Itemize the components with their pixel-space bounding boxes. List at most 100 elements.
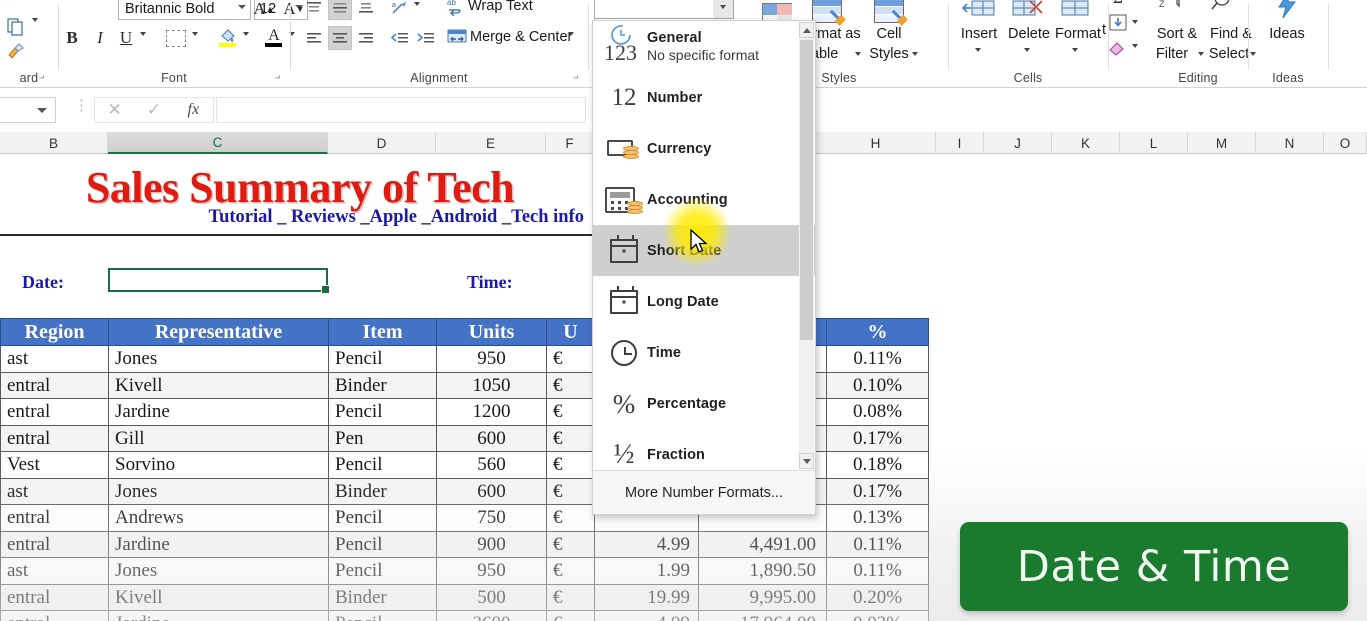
- cell-currency-symbol[interactable]: €: [546, 557, 595, 585]
- cell-currency-symbol[interactable]: €: [546, 398, 595, 426]
- cell-percent[interactable]: 0.17%: [826, 477, 929, 505]
- insert-cells-icon[interactable]: [958, 0, 1000, 24]
- cell-units[interactable]: 3600: [436, 610, 547, 621]
- cell-units[interactable]: 600: [436, 424, 547, 452]
- cell-total[interactable]: 4,491.00: [699, 532, 826, 557]
- autosum-icon[interactable]: Σ: [1106, 0, 1130, 8]
- cell-styles-icon[interactable]: [868, 0, 910, 26]
- column-header-i[interactable]: I: [936, 132, 984, 154]
- fill-color-caret-icon[interactable]: [243, 32, 249, 36]
- cell-currency-symbol[interactable]: €: [546, 371, 595, 399]
- orientation-button[interactable]: a: [388, 0, 412, 20]
- merge-center-icon[interactable]: [445, 24, 469, 48]
- cell-units[interactable]: 1050: [436, 371, 547, 399]
- chevron-down-icon[interactable]: [37, 108, 47, 113]
- column-header-j[interactable]: J: [984, 132, 1052, 154]
- cell-region[interactable]: Vest: [0, 451, 109, 479]
- column-header-currency[interactable]: U: [546, 318, 595, 346]
- cell-region[interactable]: ast: [0, 557, 109, 585]
- enter-formula-button[interactable]: ✓: [134, 100, 173, 120]
- sort-filter-label-2[interactable]: Filter: [1144, 46, 1200, 62]
- cell-item[interactable]: Pencil: [328, 610, 437, 621]
- number-format-item-general[interactable]: 123 General No specific format: [593, 21, 815, 72]
- cell-percent[interactable]: 0.10%: [826, 371, 929, 399]
- scroll-down-arrow-icon[interactable]: [799, 453, 814, 469]
- clear-caret-icon[interactable]: [1132, 44, 1138, 48]
- cell-item[interactable]: Pencil: [328, 451, 437, 479]
- italic-button[interactable]: I: [88, 26, 112, 50]
- cell-region[interactable]: entral: [0, 583, 109, 611]
- cut-icon[interactable]: ✂: [6, 0, 17, 6]
- find-select-icon[interactable]: [1208, 0, 1238, 12]
- cell-unit-price[interactable]: 4.99: [596, 611, 699, 621]
- column-header-item[interactable]: Item: [328, 318, 437, 346]
- name-box[interactable]: [0, 97, 56, 123]
- formula-bar-grip[interactable]: ⋮: [74, 98, 89, 113]
- align-right-button[interactable]: [354, 26, 378, 50]
- copy-dropdown-caret-icon[interactable]: [32, 18, 38, 22]
- cell-item[interactable]: Pencil: [328, 557, 437, 585]
- cell-amount[interactable]: 4.9917,964.00: [594, 610, 827, 621]
- scrollbar-thumb[interactable]: [800, 40, 813, 340]
- column-header-d[interactable]: D: [328, 132, 436, 154]
- table-row[interactable]: entral Jardine Pencil 900 €4.99 4,491.00 0.11%: [0, 530, 929, 558]
- delete-cells-icon[interactable]: [1006, 0, 1048, 24]
- ideas-lightning-icon[interactable]: [1270, 0, 1304, 20]
- cell-representative[interactable]: Jardine: [108, 530, 329, 558]
- cell-percent[interactable]: 0.20%: [826, 583, 929, 611]
- cell-units[interactable]: 750: [436, 504, 547, 532]
- cell-amount[interactable]: 19.99 9,995.00: [594, 583, 827, 611]
- column-header-n[interactable]: N: [1256, 132, 1324, 154]
- decrease-indent-button[interactable]: [388, 26, 412, 50]
- fill-caret-icon[interactable]: [1132, 20, 1138, 24]
- cell-unit-price[interactable]: 1.99: [596, 558, 699, 584]
- cell-item[interactable]: Pen: [328, 424, 437, 452]
- number-format-item-percentage[interactable]: % Percentage: [593, 378, 815, 429]
- wrap-text-label[interactable]: Wrap Text: [468, 0, 533, 14]
- column-header-l[interactable]: L: [1120, 132, 1188, 154]
- column-header-b[interactable]: B: [0, 132, 108, 154]
- cell-currency-symbol[interactable]: €: [546, 424, 595, 452]
- number-format-item-short-date[interactable]: Short Date: [593, 225, 815, 276]
- cell-region[interactable]: entral: [0, 371, 109, 399]
- column-header-percent[interactable]: %: [826, 318, 929, 346]
- orientation-caret-icon[interactable]: [414, 2, 420, 6]
- format-cells-caret-icon[interactable]: [1072, 48, 1078, 52]
- table-row[interactable]: ast Jones Pencil 950 €1.99 1,890.50 0.11%: [0, 557, 929, 585]
- cell-currency-symbol[interactable]: €: [546, 530, 595, 558]
- cell-total[interactable]: 17,964.00: [699, 611, 826, 621]
- insert-cells-caret-icon[interactable]: [975, 48, 981, 52]
- number-format-item-fraction[interactable]: ½ Fraction: [593, 429, 815, 470]
- cell-units[interactable]: 950: [436, 557, 547, 585]
- column-header-f[interactable]: F: [546, 132, 594, 154]
- column-header-o[interactable]: O: [1324, 132, 1367, 154]
- number-format-item-number[interactable]: 12 Number: [593, 72, 815, 123]
- align-center-button[interactable]: [328, 26, 352, 50]
- bold-button[interactable]: B: [60, 26, 84, 50]
- clipboard-dialog-launcher[interactable]: [36, 72, 48, 84]
- table-row[interactable]: entral Kivell Binder 500 €19.99 9,995.00 0.20%: [0, 583, 929, 611]
- number-format-chevron-down-icon[interactable]: [713, 0, 733, 18]
- cell-units[interactable]: 500: [436, 583, 547, 611]
- underline-button[interactable]: U: [114, 26, 138, 50]
- cell-region[interactable]: ast: [0, 345, 109, 373]
- cell-percent[interactable]: 0.11%: [826, 530, 929, 558]
- cell-representative[interactable]: Jardine: [108, 610, 329, 621]
- copy-icon[interactable]: [2, 14, 30, 38]
- cell-percent[interactable]: 0.11%: [826, 557, 929, 585]
- sort-filter-label-1[interactable]: Sort &: [1146, 26, 1208, 42]
- insert-cells-label[interactable]: Insert: [952, 26, 1006, 42]
- cell-item[interactable]: Binder: [328, 477, 437, 505]
- column-header-m[interactable]: M: [1188, 132, 1256, 154]
- cell-percent[interactable]: 0.08%: [826, 398, 929, 426]
- align-top-button[interactable]: [302, 0, 326, 20]
- number-format-item-time[interactable]: Time: [593, 327, 815, 378]
- chevron-down-icon[interactable]: [238, 5, 246, 9]
- cell-units[interactable]: 560: [436, 451, 547, 479]
- align-bottom-button[interactable]: [354, 0, 378, 20]
- merge-center-caret-icon[interactable]: [568, 32, 574, 36]
- cell-representative[interactable]: Gill: [108, 424, 329, 452]
- cell-percent[interactable]: 0.18%: [826, 451, 929, 479]
- formula-input[interactable]: [216, 97, 586, 123]
- cell-representative[interactable]: Jones: [108, 557, 329, 585]
